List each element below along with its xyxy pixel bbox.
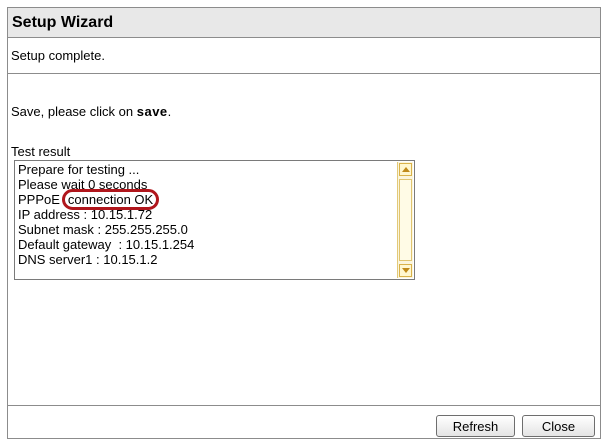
instruction-keyword: save — [136, 104, 168, 119]
pppoe-label: PPPoE — [18, 192, 60, 207]
status-message: Setup complete. — [8, 38, 600, 74]
close-button[interactable]: Close — [522, 415, 595, 437]
scroll-up-button[interactable] — [399, 163, 412, 176]
test-result-textarea[interactable]: Prepare for testing ... Please wait 0 sec… — [14, 160, 415, 280]
button-bar: Refresh Close — [8, 405, 600, 439]
instruction-prefix: Save, please click on — [11, 104, 137, 119]
test-result-lines: Prepare for testing ... Please wait 0 sec… — [18, 162, 194, 267]
scroll-thumb[interactable] — [399, 179, 412, 261]
scroll-down-button[interactable] — [399, 264, 412, 277]
result-line: IP address : 10.15.1.72 — [18, 207, 153, 222]
result-line: DNS server1 : 10.15.1.2 — [18, 252, 158, 267]
refresh-button[interactable]: Refresh — [436, 415, 515, 437]
result-line: Default gateway : 10.15.1.254 — [18, 237, 195, 252]
test-result-label: Test result — [11, 144, 71, 159]
scroll-down-arrow-icon — [401, 268, 410, 273]
setup-wizard-window: Setup Wizard Setup complete. Save, pleas… — [7, 7, 601, 439]
result-line-pppoe: PPPoE connection OK — [18, 189, 194, 210]
result-line: Subnet mask : 255.255.255.0 — [18, 222, 188, 237]
save-instruction: Save, please click on save. — [11, 104, 171, 119]
window-title: Setup Wizard — [8, 8, 600, 38]
result-line: Prepare for testing ... — [18, 162, 140, 177]
scroll-up-arrow-icon — [401, 167, 410, 172]
instruction-suffix: . — [167, 104, 172, 119]
content-area: Save, please click on save. Test result … — [8, 74, 600, 405]
vertical-scrollbar[interactable] — [397, 162, 413, 278]
